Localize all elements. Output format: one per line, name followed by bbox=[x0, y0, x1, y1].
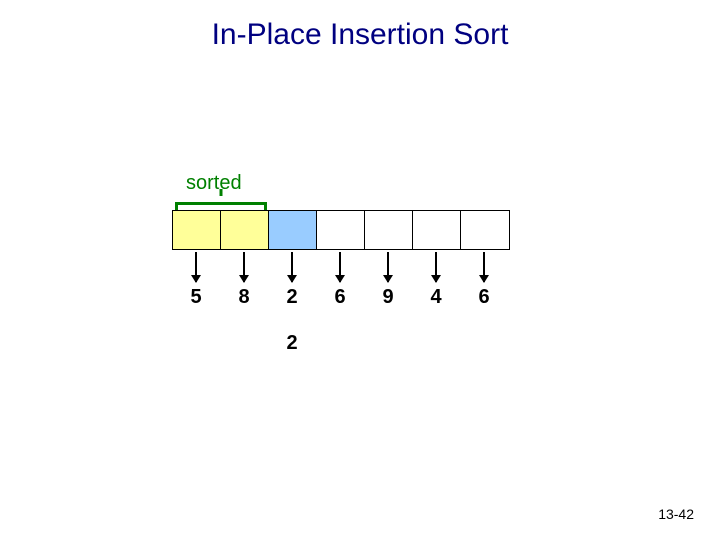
array-cell bbox=[413, 211, 461, 249]
array-cell bbox=[173, 211, 221, 249]
array-value: 6 bbox=[316, 286, 364, 309]
page-title: In-Place Insertion Sort bbox=[0, 18, 720, 52]
array-value: 2 bbox=[268, 286, 316, 309]
array-cell bbox=[221, 211, 269, 249]
array-value: 4 bbox=[412, 286, 460, 309]
down-arrow-icon bbox=[387, 252, 389, 282]
down-arrow-icon bbox=[435, 252, 437, 282]
array-value: 6 bbox=[460, 286, 508, 309]
array-value: 5 bbox=[172, 286, 220, 309]
down-arrow-icon bbox=[291, 252, 293, 282]
down-arrow-icon bbox=[483, 252, 485, 282]
held-value: 2 bbox=[268, 332, 316, 355]
array-cell bbox=[269, 211, 317, 249]
sorted-bracket bbox=[175, 196, 267, 208]
array-cell bbox=[317, 211, 365, 249]
array-value: 9 bbox=[364, 286, 412, 309]
sorted-label: sorted bbox=[186, 172, 242, 195]
down-arrow-icon bbox=[339, 252, 341, 282]
down-arrow-icon bbox=[243, 252, 245, 282]
down-arrow-icon bbox=[195, 252, 197, 282]
array-value: 8 bbox=[220, 286, 268, 309]
array-cell bbox=[365, 211, 413, 249]
array-row bbox=[172, 210, 510, 250]
slide-number: 13-42 bbox=[658, 506, 694, 522]
array-cell bbox=[461, 211, 509, 249]
